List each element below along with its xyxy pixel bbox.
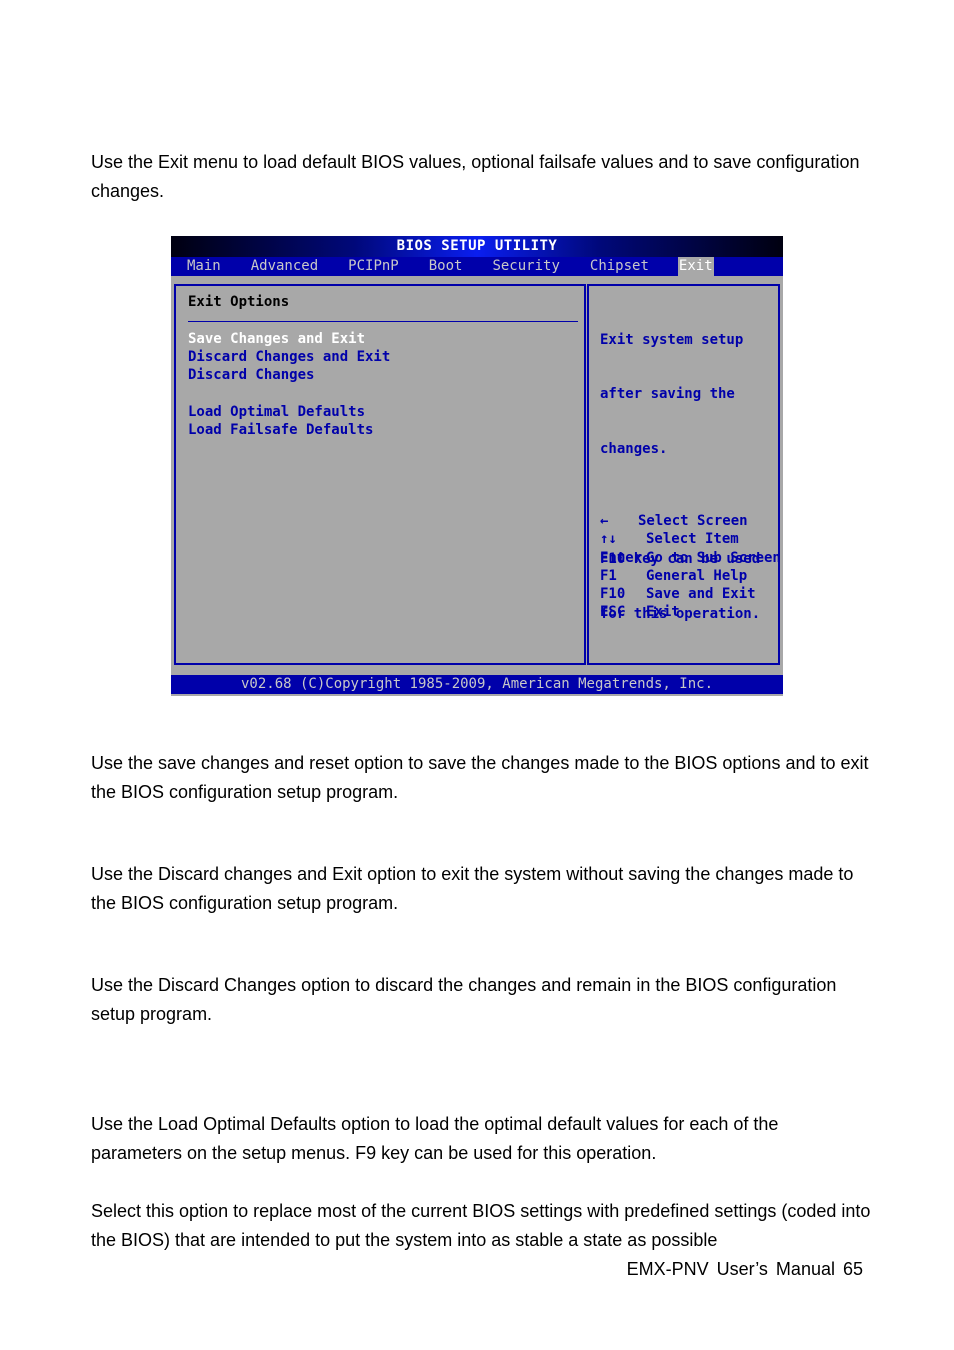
- key-row: F1 General Help: [600, 567, 781, 585]
- key-desc: Exit: [646, 604, 680, 621]
- section-title: Exit Options: [188, 294, 290, 310]
- key-row: F10 Save and Exit: [600, 585, 781, 603]
- section-divider: [188, 321, 578, 322]
- help-line: Exit system setup: [600, 331, 744, 348]
- menu-item-load-failsafe-defaults[interactable]: Load Failsafe Defaults: [188, 421, 390, 439]
- help-line: after saving the: [600, 386, 735, 403]
- key-desc: Select Screen: [638, 513, 748, 529]
- tab-security[interactable]: Security: [491, 257, 560, 276]
- key-row: Enter Go to Sub Screen: [600, 549, 781, 567]
- menu-item-load-optimal-defaults[interactable]: Load Optimal Defaults: [188, 403, 390, 421]
- menu-item-discard-changes-and-exit[interactable]: Discard Changes and Exit: [188, 348, 390, 366]
- load-failsafe-defaults-paragraph: Select this option to replace most of th…: [91, 1201, 871, 1250]
- key-row: ↑↓ Select Item: [600, 530, 781, 548]
- key-label: ESC: [600, 604, 626, 621]
- key-label: Enter: [600, 549, 643, 566]
- left-right-arrow-icon: ←: [600, 513, 609, 529]
- bios-title: BIOS SETUP UTILITY: [171, 236, 783, 257]
- tab-main[interactable]: Main: [186, 257, 222, 276]
- exit-options-menu: Save Changes and Exit Discard Changes an…: [188, 330, 390, 439]
- key-desc: Select Item: [646, 531, 739, 548]
- tab-pcipnp[interactable]: PCIPnP: [347, 257, 400, 276]
- key-desc: Save and Exit: [646, 586, 756, 603]
- up-down-arrow-icon: ↑↓: [600, 531, 617, 548]
- tab-advanced[interactable]: Advanced: [250, 257, 319, 276]
- save-changes-paragraph: Use the save changes and reset option to…: [91, 753, 869, 802]
- bios-screenshot: BIOS SETUP UTILITY Main Advanced PCIPnP …: [171, 236, 783, 696]
- discard-changes-paragraph: Use the Discard Changes option to discar…: [91, 975, 837, 1024]
- menu-item-save-changes-and-exit[interactable]: Save Changes and Exit: [188, 330, 390, 348]
- options-panel: Exit Options Save Changes and Exit Disca…: [174, 284, 586, 665]
- intro-paragraph: Use the Exit menu to load default BIOS v…: [91, 152, 860, 201]
- menu-spacer: [188, 385, 390, 403]
- key-row: ← Select Screen: [600, 512, 781, 530]
- tab-chipset[interactable]: Chipset: [589, 257, 650, 276]
- bios-copyright: v02.68 (C)Copyright 1985-2009, American …: [171, 675, 783, 694]
- key-label: F10: [600, 586, 626, 603]
- key-label: F1: [600, 567, 617, 584]
- key-desc: Go to Sub Screen: [646, 549, 781, 566]
- discard-and-exit-paragraph: Use the Discard changes and Exit option …: [91, 864, 854, 913]
- key-row: ESC Exit: [600, 603, 781, 621]
- page-footer: EMX-PNV User’s Manual 65: [626, 1259, 863, 1279]
- help-line: changes.: [600, 441, 668, 458]
- menu-item-discard-changes[interactable]: Discard Changes: [188, 366, 390, 384]
- tab-boot[interactable]: Boot: [428, 257, 464, 276]
- load-optimal-defaults-paragraph: Use the Load Optimal Defaults option to …: [91, 1114, 779, 1163]
- key-legend: ← Select Screen ↑↓ Select Item Enter Go to …: [600, 512, 781, 622]
- tab-exit[interactable]: Exit: [677, 257, 714, 276]
- help-panel: Exit system setup after saving the chang…: [587, 284, 781, 665]
- key-desc: General Help: [646, 567, 748, 584]
- help-line: [600, 495, 760, 513]
- bios-tab-bar: Main Advanced PCIPnP Boot Security Chips…: [171, 257, 783, 276]
